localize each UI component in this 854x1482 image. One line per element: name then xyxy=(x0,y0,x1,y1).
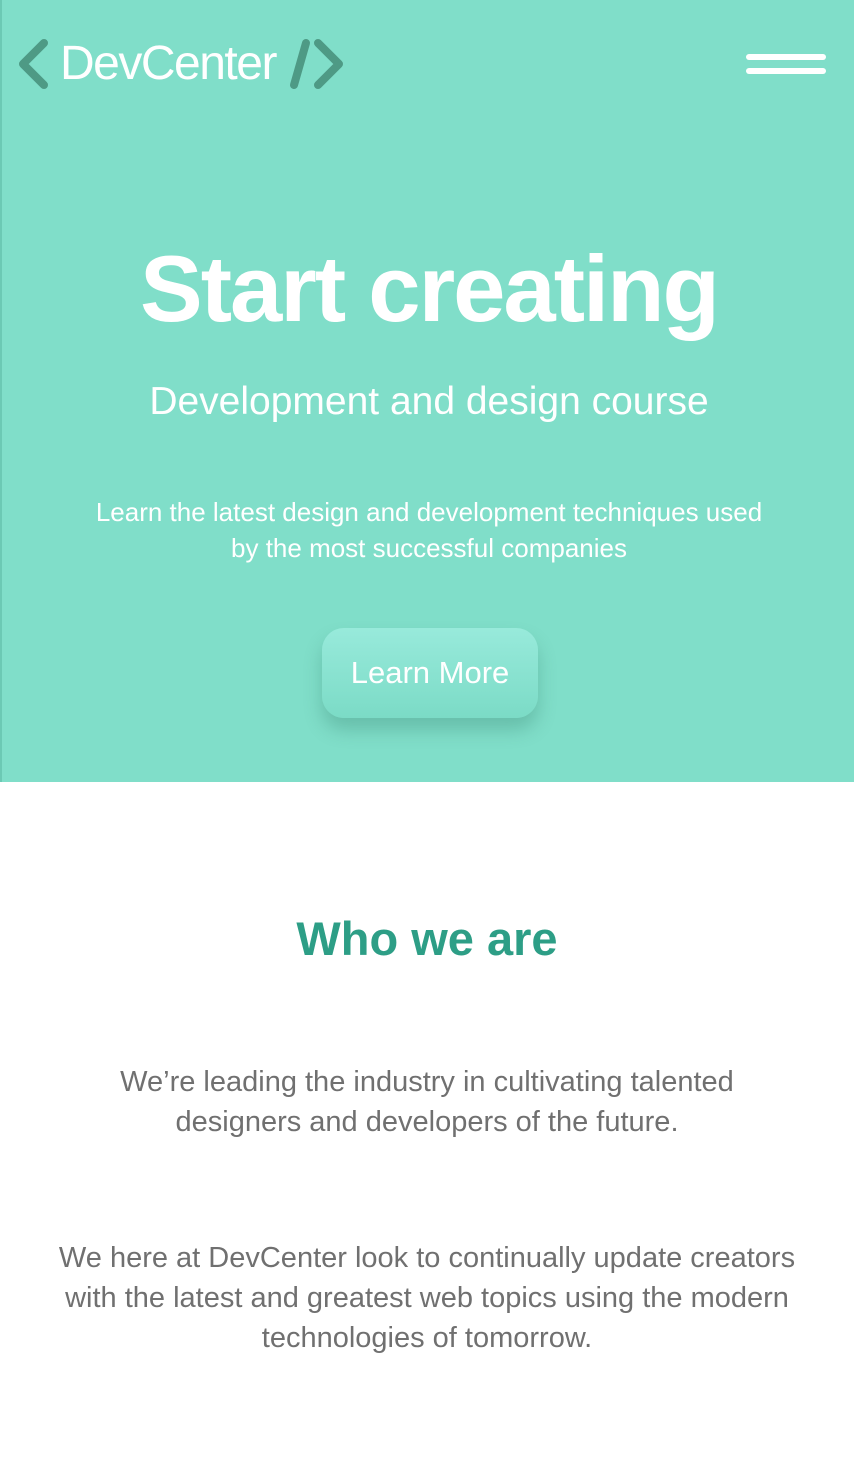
logo-text: DevCenter xyxy=(60,37,277,90)
about-paragraph-2: We here at DevCenter look to continually… xyxy=(58,1242,796,1354)
menu-bar-top xyxy=(746,54,826,60)
hero-section: DevCenter Start creating Development and… xyxy=(0,0,854,782)
code-close-icon xyxy=(289,39,343,89)
hamburger-icon[interactable] xyxy=(746,54,826,80)
about-heading: Who we are xyxy=(296,912,558,965)
chevron-left-icon xyxy=(19,39,48,89)
about-section: Who we are We’re leading the industry in… xyxy=(0,782,854,1482)
hero-title: Start creating xyxy=(140,236,720,341)
hero-subtitle: Development and design course xyxy=(149,380,709,423)
hero-description: Learn the latest design and development … xyxy=(95,497,763,563)
learn-more-button[interactable]: Learn More xyxy=(322,628,538,718)
about-paragraph-1: We’re leading the industry in cultivatin… xyxy=(120,1066,734,1138)
menu-bar-bottom xyxy=(746,68,826,74)
logo-link[interactable]: DevCenter xyxy=(16,36,348,92)
navbar: DevCenter xyxy=(2,0,854,130)
